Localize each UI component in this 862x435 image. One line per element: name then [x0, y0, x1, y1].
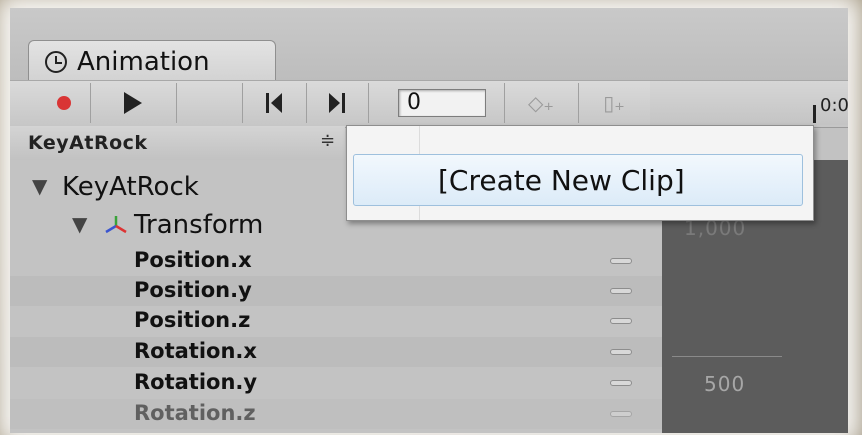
foldout-arrow-icon[interactable]: ▼: [72, 212, 87, 236]
clip-selected-label: KeyAtRock: [28, 132, 148, 154]
add-keyframe-button[interactable]: ◇₊: [504, 83, 579, 123]
transform-axis-icon: [105, 216, 127, 234]
property-row[interactable]: Position.z: [10, 306, 662, 336]
add-event-icon: ▯₊: [603, 91, 625, 115]
clock-icon: [45, 50, 67, 73]
dropdown-arrows-icon: ≑: [320, 130, 336, 151]
tab-animation[interactable]: Animation: [28, 40, 276, 82]
property-label: Rotation.x: [134, 339, 257, 363]
play-icon: [124, 92, 142, 114]
step-button[interactable]: [176, 83, 243, 123]
tab-label: Animation: [77, 46, 210, 77]
prev-key-icon: [271, 93, 282, 113]
property-label: Position.y: [134, 278, 252, 302]
property-label: Rotation.y: [134, 370, 258, 394]
record-button[interactable]: [38, 83, 91, 123]
property-handle-icon[interactable]: [610, 288, 632, 294]
property-handle-icon[interactable]: [610, 411, 632, 417]
play-button[interactable]: [90, 83, 177, 123]
next-key-icon: [329, 93, 340, 113]
property-label: Position.x: [134, 248, 252, 272]
property-row[interactable]: Position.y: [10, 276, 662, 306]
property-label: Rotation.z: [134, 401, 256, 425]
property-handle-icon[interactable]: [610, 258, 632, 264]
clip-dropdown-menu: [Create New Clip]: [346, 125, 814, 221]
property-row[interactable]: Rotation.y: [10, 368, 662, 398]
component-label[interactable]: Transform: [134, 210, 263, 240]
time-label: 0:0: [820, 95, 848, 116]
property-row[interactable]: Position.x: [10, 246, 662, 276]
create-new-clip-item[interactable]: [Create New Clip]: [353, 154, 803, 206]
prev-keyframe-button[interactable]: [242, 83, 307, 123]
add-event-button[interactable]: ▯₊: [578, 83, 651, 123]
curve-value-label: 500: [704, 372, 746, 396]
next-keyframe-button[interactable]: [306, 83, 369, 123]
property-row[interactable]: Rotation.x: [10, 337, 662, 367]
property-handle-icon[interactable]: [610, 349, 632, 355]
add-keyframe-icon: ◇₊: [528, 91, 554, 115]
root-object-label[interactable]: KeyAtRock: [62, 172, 199, 202]
curve-gridline: [672, 356, 782, 357]
frame-input[interactable]: 0: [398, 89, 486, 117]
property-handle-icon[interactable]: [610, 318, 632, 324]
animation-window: Animation 0 ◇₊ ▯₊ 0:0 KeyAtRock ≑ ▼ KeyA…: [10, 8, 848, 433]
tab-bar: Animation: [10, 8, 848, 82]
property-label: Position.z: [134, 308, 251, 332]
animation-toolbar: 0 ◇₊ ▯₊ 0:0: [10, 80, 848, 128]
record-icon: [57, 96, 71, 110]
property-row[interactable]: Rotation.z: [10, 399, 662, 429]
property-handle-icon[interactable]: [610, 380, 632, 386]
time-cursor: [813, 105, 816, 123]
clip-selector[interactable]: KeyAtRock ≑: [10, 126, 345, 161]
foldout-arrow-icon[interactable]: ▼: [32, 174, 47, 198]
timeline-ruler[interactable]: 0:0: [650, 81, 848, 125]
menu-item-label: [Create New Clip]: [438, 164, 685, 197]
